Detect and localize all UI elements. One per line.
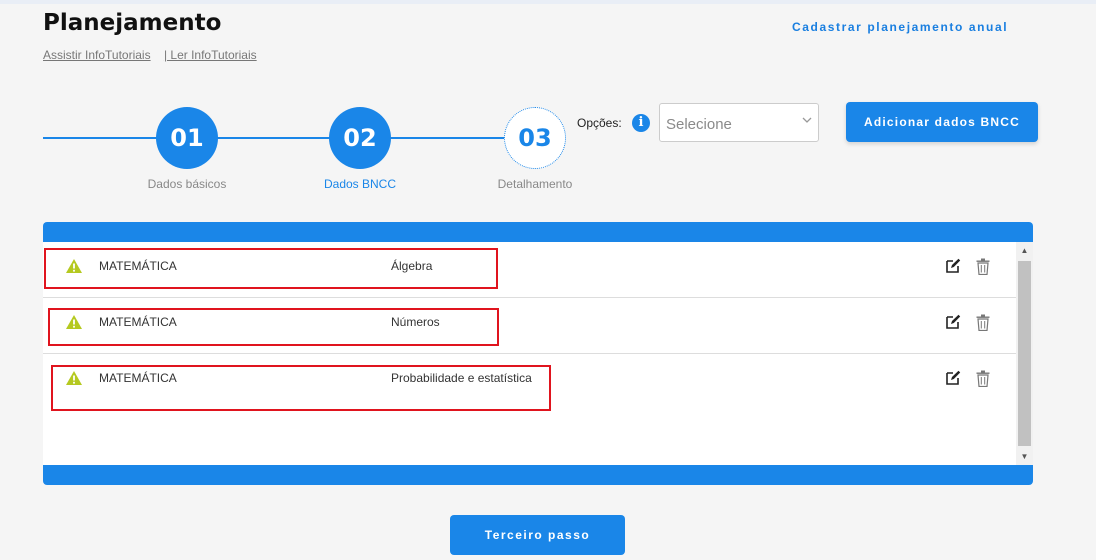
edit-icon[interactable]	[945, 258, 961, 274]
scrollbar[interactable]: ▲ ▼	[1016, 242, 1033, 465]
annual-planning-link[interactable]: Cadastrar planejamento anual	[792, 20, 1008, 34]
step-2-label: Dados BNCC	[323, 177, 397, 191]
add-bncc-data-button[interactable]: Adicionar dados BNCC	[846, 102, 1038, 142]
chevron-down-icon	[802, 114, 812, 128]
highlight-box	[44, 248, 498, 289]
read-tutorials-label: | Ler InfoTutoriais	[163, 48, 257, 62]
step-3-label: Detalhamento	[497, 177, 573, 191]
tutorial-links: Assistir InfoTutoriais | Ler InfoTutoria…	[43, 48, 257, 62]
step-3-circle[interactable]: 03	[504, 107, 566, 169]
read-tutorials-link[interactable]: | Ler InfoTutoriais	[164, 48, 257, 62]
watch-tutorials-link[interactable]: Assistir InfoTutoriais	[43, 48, 151, 62]
panel-footer-bar	[43, 465, 1033, 485]
scroll-up-arrow-icon[interactable]: ▲	[1016, 242, 1033, 259]
options-select[interactable]: Selecione	[659, 103, 819, 142]
highlight-box	[48, 308, 499, 346]
scroll-thumb[interactable]	[1018, 261, 1031, 446]
panel-header-bar	[43, 222, 1033, 242]
edit-icon[interactable]	[945, 370, 961, 386]
bncc-list-panel: MATEMÁTICA Álgebra MATEMÁTICA Números MA…	[43, 222, 1033, 485]
top-accent-line	[0, 0, 1096, 4]
third-step-button[interactable]: Terceiro passo	[450, 515, 625, 555]
options-label: Opções:	[577, 116, 622, 130]
highlight-box	[51, 365, 551, 411]
stepper-line	[43, 137, 513, 139]
step-2-circle[interactable]: 02	[329, 107, 391, 169]
trash-icon[interactable]	[976, 314, 990, 331]
options-select-value: Selecione	[666, 116, 732, 133]
info-icon[interactable]: i	[632, 114, 650, 132]
scroll-down-arrow-icon[interactable]: ▼	[1016, 448, 1033, 465]
trash-icon[interactable]	[976, 258, 990, 275]
edit-icon[interactable]	[945, 314, 961, 330]
trash-icon[interactable]	[976, 370, 990, 387]
step-1-circle[interactable]: 01	[156, 107, 218, 169]
step-1-label: Dados básicos	[147, 177, 227, 191]
page-title: Planejamento	[43, 10, 222, 36]
